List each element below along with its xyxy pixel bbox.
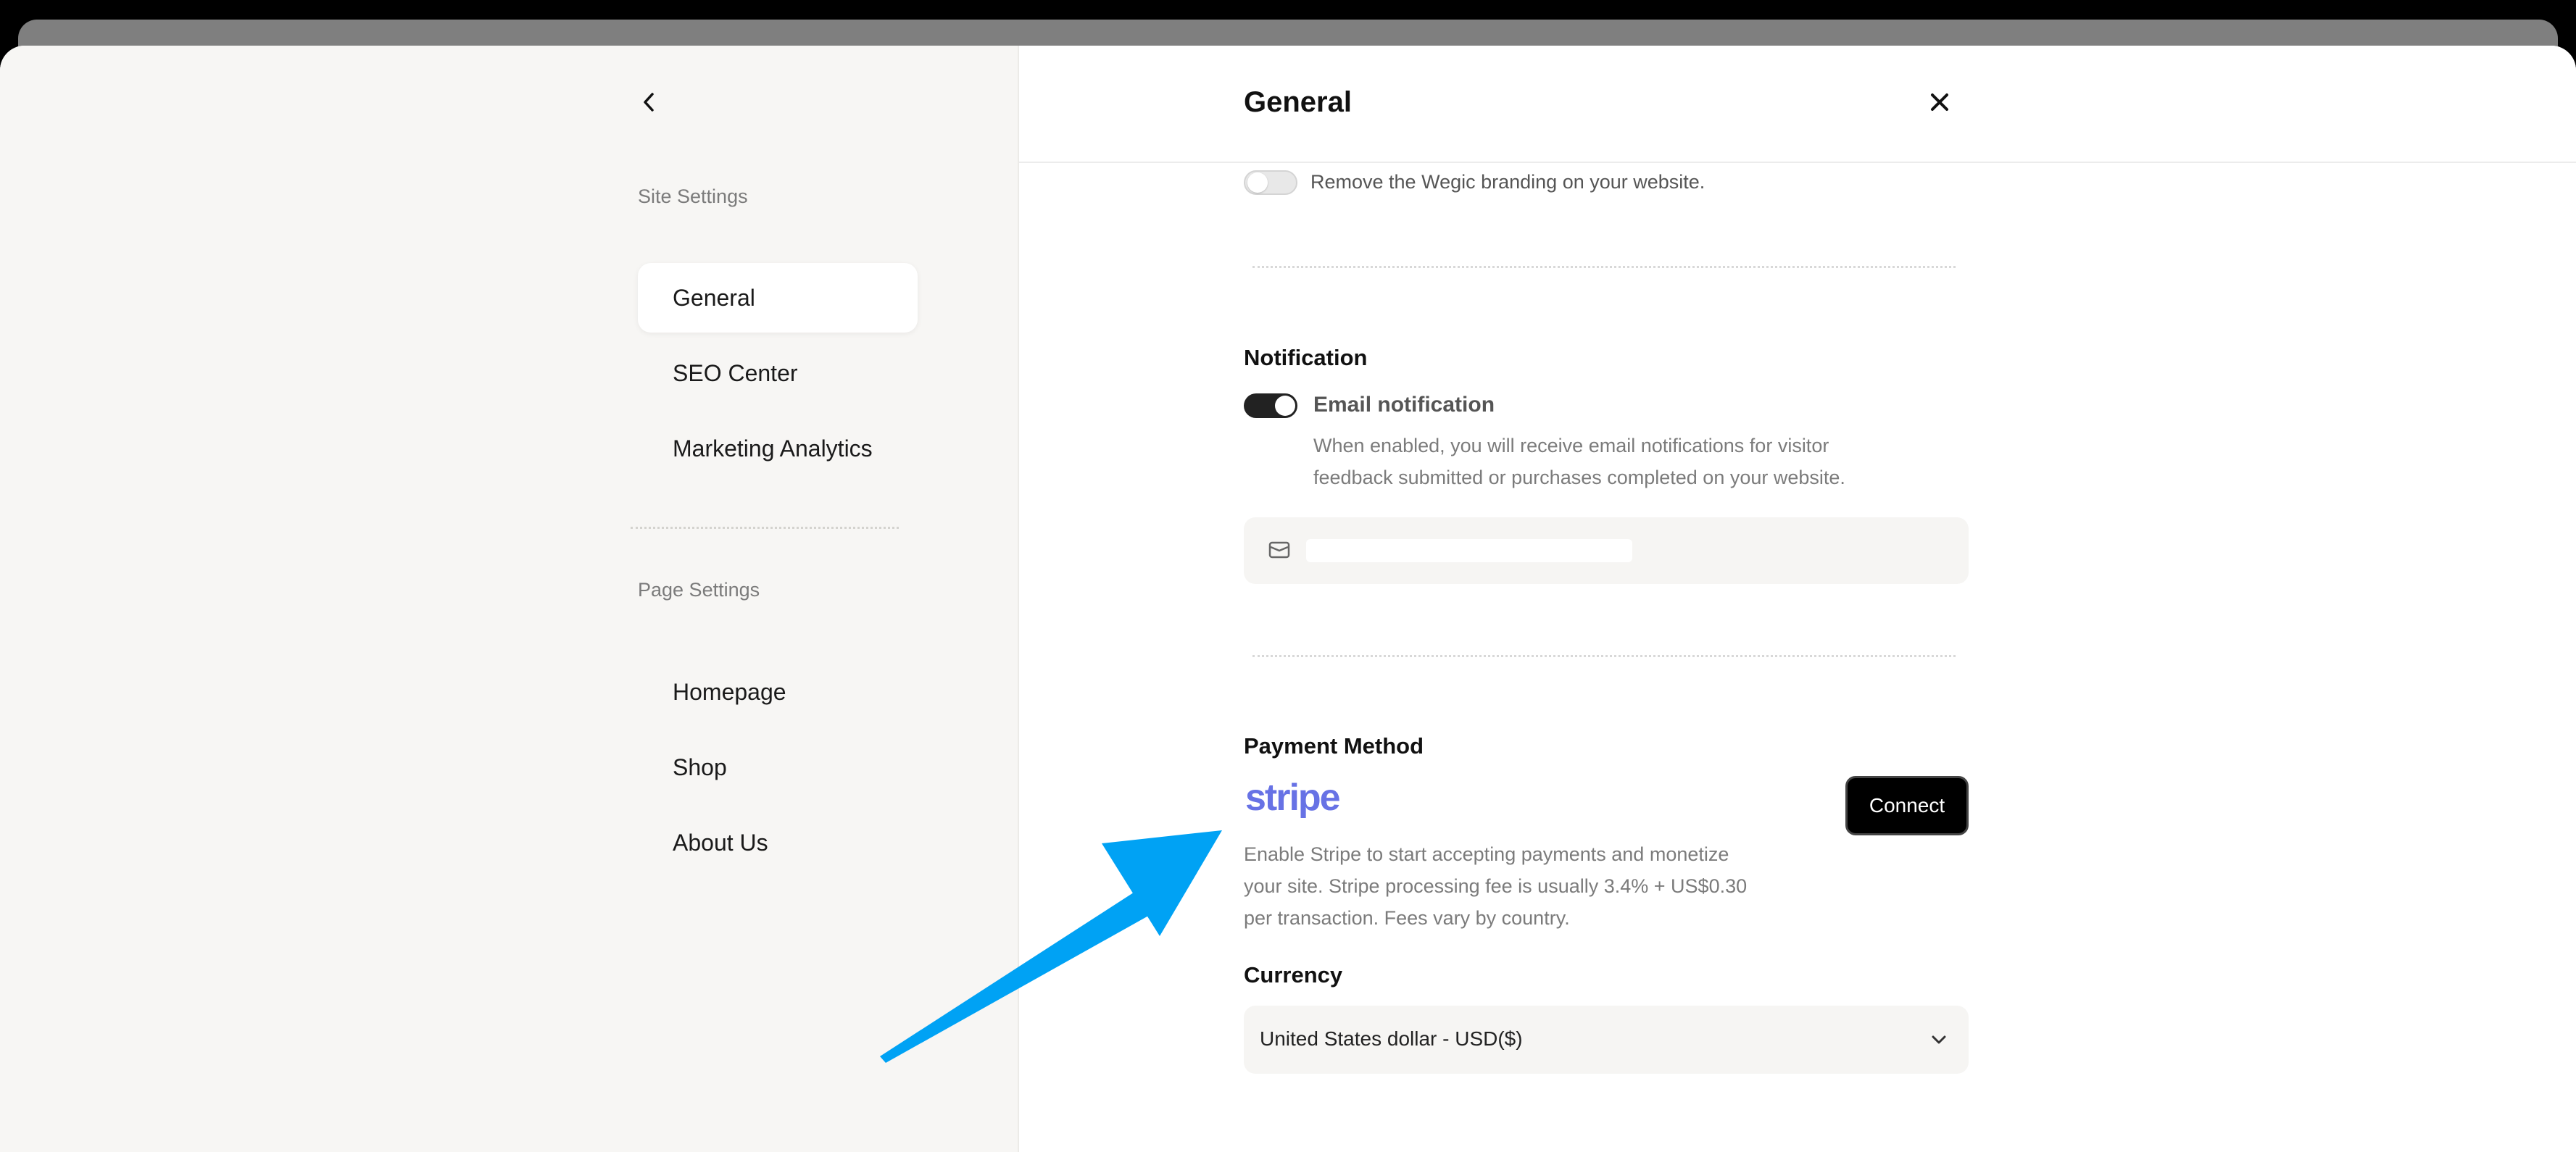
payment-description-line3: per transaction. Fees vary by country. xyxy=(1244,907,1570,929)
currency-select[interactable]: United States dollar - USD($) xyxy=(1244,1006,1969,1074)
sidebar-item-shop[interactable]: Shop xyxy=(638,732,918,802)
remove-branding-toggle[interactable] xyxy=(1244,170,1297,195)
sidebar: Site Settings General SEO Center Marketi… xyxy=(0,46,1019,1152)
connect-button[interactable]: Connect xyxy=(1845,776,1969,835)
payment-description-line2: your site. Stripe processing fee is usua… xyxy=(1244,875,1748,897)
sidebar-item-label: About Us xyxy=(673,829,768,856)
sidebar-item-marketing-analytics[interactable]: Marketing Analytics xyxy=(638,414,918,483)
page-settings-label: Page Settings xyxy=(638,579,760,601)
payment-method-heading: Payment Method xyxy=(1244,733,1424,759)
toggle-knob xyxy=(1275,396,1295,416)
chevron-down-icon xyxy=(1932,1035,1946,1044)
payment-description-line1: Enable Stripe to start accepting payment… xyxy=(1244,843,1729,865)
email-input-container xyxy=(1244,517,1969,584)
sidebar-item-homepage[interactable]: Homepage xyxy=(638,657,918,727)
toggle-knob xyxy=(1247,172,1268,193)
sidebar-item-label: SEO Center xyxy=(673,359,798,386)
sidebar-item-seo-center[interactable]: SEO Center xyxy=(638,338,918,408)
back-button[interactable] xyxy=(633,86,665,118)
chevron-left-icon xyxy=(644,93,654,112)
email-notification-label: Email notification xyxy=(1313,393,1495,417)
email-notification-toggle[interactable] xyxy=(1244,393,1297,418)
remove-branding-label: Remove the Wegic branding on your websit… xyxy=(1310,171,1705,193)
sidebar-item-about-us[interactable]: About Us xyxy=(638,808,918,877)
close-button[interactable] xyxy=(1924,86,1956,118)
email-notification-description-line1: When enabled, you will receive email not… xyxy=(1313,435,1829,456)
stripe-logo: stripe xyxy=(1245,777,1341,819)
email-input[interactable] xyxy=(1306,539,1632,562)
page-title: General xyxy=(1244,86,1352,118)
notification-heading: Notification xyxy=(1244,345,1368,370)
email-notification-description-line2: feedback submitted or purchases complete… xyxy=(1313,467,1845,488)
section-divider xyxy=(1252,266,1956,268)
main-header: General xyxy=(1019,46,2576,163)
section-divider xyxy=(1252,655,1956,657)
sidebar-item-label: General xyxy=(673,284,755,311)
site-settings-label: Site Settings xyxy=(638,185,748,207)
settings-window: Site Settings General SEO Center Marketi… xyxy=(0,46,2576,1152)
currency-heading: Currency xyxy=(1244,962,1343,988)
sidebar-item-label: Shop xyxy=(673,754,727,780)
currency-selected-value: United States dollar - USD($) xyxy=(1260,1027,1523,1050)
sidebar-item-label: Marketing Analytics xyxy=(673,435,873,462)
sidebar-divider xyxy=(631,527,899,529)
sidebar-item-general[interactable]: General xyxy=(638,263,918,333)
close-icon xyxy=(1931,93,1948,111)
sidebar-item-label: Homepage xyxy=(673,678,786,705)
mail-icon xyxy=(1268,541,1290,559)
